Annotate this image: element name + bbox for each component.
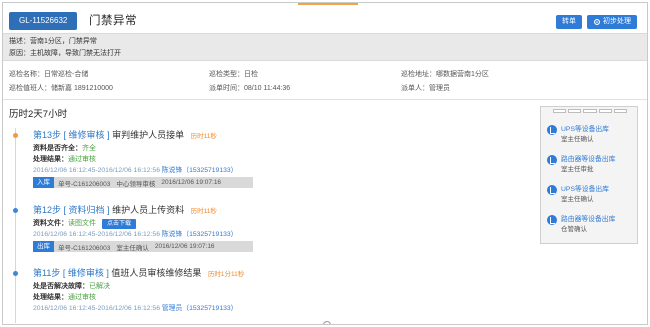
step-description: 审判维护人员接单 — [112, 130, 185, 140]
timeline-step-13: 第13步 [ 维修审核 ] 审判维护人员接单 历时11秒 资料是否齐全： 齐全 … — [33, 129, 513, 188]
step-time-range: 2016/12/06 16:12:45-2016/12/06 16:12:56 — [33, 305, 160, 312]
ticket-detail-window: GL-11526632 门禁异常 转单 初步处理 描述：营南1分区，门禁异常 原… — [2, 2, 648, 325]
side-record-title: 路由器等设备出库 — [561, 156, 616, 163]
dispatch-time: 派单时间：08/10 11:44:36 — [209, 85, 291, 92]
user-icon — [547, 155, 557, 165]
record-stage: 室主任确认 — [116, 244, 149, 252]
side-record-status: 仓管确认 — [561, 226, 587, 233]
gear-icon — [594, 19, 600, 25]
related-record: 入库 单号-C161206003 中心领导审核 2016/12/06 19:07… — [33, 177, 253, 188]
related-record: 出库 单号-C161206003 室主任确认 2016/12/06 19:07:… — [33, 241, 253, 252]
step-time-range: 2016/12/06 16:12:45-2016/12/06 16:12:56 — [33, 167, 160, 174]
step-field: 处理结果： 通过审核 — [33, 292, 513, 303]
step-field: 资料文件： 读图文件 点击下载 — [33, 218, 513, 229]
field-value: 通过审核 — [68, 294, 96, 301]
transfer-button[interactable]: 转单 — [556, 15, 582, 29]
record-number: 单号-C161206003 — [58, 244, 111, 252]
side-record-status: 室主任确认 — [561, 136, 594, 143]
step-field: 处理结果： 通过审核 — [33, 154, 513, 165]
initial-process-button[interactable]: 初步处理 — [587, 15, 637, 29]
ticket-id-badge: GL-11526632 — [9, 12, 78, 30]
ticket-header: GL-11526632 门禁异常 转单 初步处理 — [3, 9, 647, 33]
timeline-dot — [13, 271, 18, 276]
field-label: 资料是否齐全： — [33, 145, 82, 152]
inspection-name: 巡检名称：日常巡检-合储 — [9, 71, 89, 78]
side-record-status: 室主任审批 — [561, 166, 594, 173]
scroll-handle[interactable] — [323, 321, 331, 324]
dispatcher: 派单人：管理员 — [401, 85, 450, 92]
record-stage: 中心领导审核 — [116, 180, 156, 188]
record-time: 2016/12/06 19:07:16 — [161, 179, 222, 186]
field-value: 通过审核 — [68, 156, 96, 163]
elapsed-time: 历时2天7小时 — [9, 109, 68, 120]
step-category: [ 维修审核 ] — [63, 130, 110, 140]
panel-top-tabs — [553, 109, 628, 114]
step-duration: 历时1分11秒 — [207, 271, 245, 278]
timeline-dot-current — [13, 133, 18, 138]
field-value: 已解决 — [89, 283, 110, 290]
top-accent-bar — [298, 3, 358, 5]
step-category: [ 资料归档 ] — [63, 205, 110, 215]
step-operator-link[interactable]: 管理员（15325719133） — [162, 305, 238, 312]
timeline-dot — [13, 208, 18, 213]
side-record-title: UPS等设备出库 — [561, 186, 609, 193]
step-title: 第12步 [ 资料归档 ] 维护人员上传资料 历时11秒 — [33, 204, 513, 218]
section-divider — [3, 99, 647, 100]
record-time: 2016/12/06 19:07:16 — [154, 243, 215, 250]
description-line: 描述：营南1分区，门禁异常 — [9, 38, 97, 45]
step-duration: 历时11秒 — [190, 133, 217, 140]
fault-description-box: 描述：营南1分区，门禁异常 原因：主机故障，导致门禁无法打开 — [3, 33, 647, 61]
field-label: 处理结果： — [33, 294, 68, 301]
field-label: 处是否解决故障： — [33, 283, 89, 290]
ticket-title: 门禁异常 — [89, 15, 137, 27]
step-title: 第11步 [ 维修审核 ] 值班人员审核维修结果 历时1分11秒 — [33, 267, 513, 281]
step-meta: 2016/12/06 16:12:45-2016/12/06 16:12:56 … — [33, 303, 513, 314]
step-number: 第13步 — [33, 130, 62, 140]
inspection-type: 巡检类型：日检 — [209, 71, 258, 78]
record-tag: 入库 — [33, 177, 54, 188]
record-tag: 出库 — [33, 241, 54, 252]
related-records-panel: UPS等设备出库 室主任确认 路由器等设备出库 室主任审批 UPS等设备出库 室… — [540, 106, 638, 244]
timeline-line — [15, 128, 16, 323]
timeline-step-11: 第11步 [ 维修审核 ] 值班人员审核维修结果 历时1分11秒 处是否解决故障… — [33, 267, 513, 314]
user-icon — [547, 215, 557, 225]
side-record-status: 室主任确认 — [561, 196, 594, 203]
step-category: [ 维修审核 ] — [62, 268, 109, 278]
step-time-range: 2016/12/06 16:12:45-2016/12/06 16:12:56 — [33, 231, 160, 238]
attachment-file-link[interactable]: 读图文件 — [68, 218, 96, 229]
user-icon — [547, 185, 557, 195]
timeline-step-12: 第12步 [ 资料归档 ] 维护人员上传资料 历时11秒 资料文件： 读图文件 … — [33, 204, 513, 252]
step-description: 维护人员上传资料 — [112, 205, 185, 215]
download-button[interactable]: 点击下载 — [102, 218, 137, 229]
inspection-info: 巡检名称：日常巡检-合储 巡检类型：日检 巡检地址：哪数据营南1分区 巡检值班人… — [3, 65, 647, 97]
side-record-title: 路由器等设备出库 — [561, 216, 616, 223]
step-field: 处是否解决故障： 已解决 — [33, 281, 513, 292]
step-title: 第13步 [ 维修审核 ] 审判维护人员接单 历时11秒 — [33, 129, 513, 143]
cause-line: 原因：主机故障，导致门禁无法打开 — [9, 50, 121, 57]
step-operator-link[interactable]: 陈说锋（15325719133） — [162, 167, 238, 174]
field-label: 资料文件： — [33, 220, 68, 227]
field-value: 齐全 — [82, 145, 96, 152]
side-record-title: UPS等设备出库 — [561, 126, 609, 133]
field-label: 处理结果： — [33, 156, 68, 163]
inspection-address: 巡检地址：哪数据营南1分区 — [401, 71, 489, 78]
step-number: 第12步 — [33, 205, 62, 215]
initial-process-label: 初步处理 — [603, 18, 631, 25]
duty-person: 巡检值班人：储新嘉 1891210000 — [9, 85, 113, 92]
step-description: 值班人员审核维修结果 — [111, 268, 202, 278]
step-field: 资料是否齐全： 齐全 — [33, 143, 513, 154]
step-number: 第11步 — [33, 268, 61, 278]
step-operator-link[interactable]: 陈说锋（15325719133） — [162, 231, 238, 238]
step-duration: 历时11秒 — [190, 208, 217, 215]
record-number: 单号-C161206003 — [58, 180, 111, 188]
step-meta: 2016/12/06 16:12:45-2016/12/06 16:12:56 … — [33, 165, 513, 176]
step-meta: 2016/12/06 16:12:45-2016/12/06 16:12:56 … — [33, 229, 513, 240]
user-icon — [547, 125, 557, 135]
